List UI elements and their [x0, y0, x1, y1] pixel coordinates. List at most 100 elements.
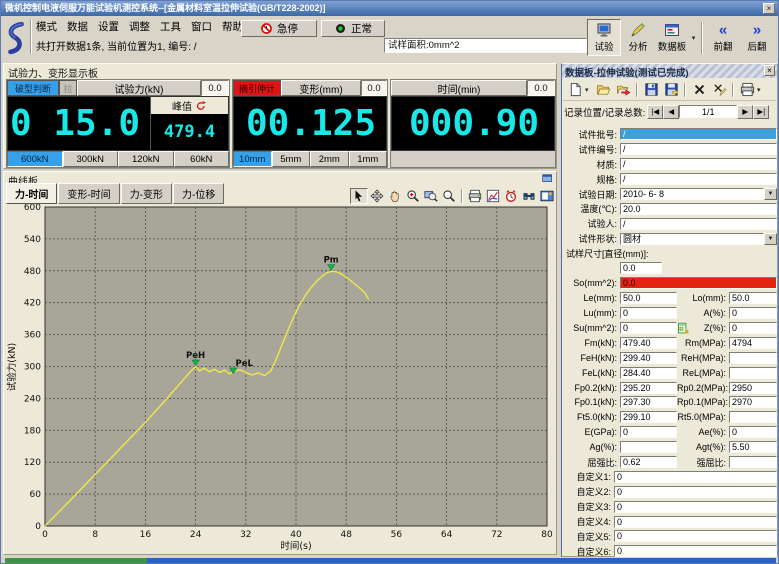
save-as-button[interactable]: [661, 80, 681, 99]
field-input[interactable]: 2970: [729, 396, 777, 408]
normal-status-button[interactable]: 正常: [321, 20, 385, 37]
field-input[interactable]: 0: [729, 322, 777, 334]
field-input[interactable]: /: [620, 143, 777, 155]
field-input[interactable]: 284.40: [620, 367, 677, 379]
timer-tool[interactable]: [502, 188, 520, 204]
print-tool[interactable]: [466, 188, 484, 204]
menu-item-7[interactable]: 帮助: [222, 19, 243, 34]
field-input[interactable]: 0: [620, 307, 677, 319]
deform-range-2mm[interactable]: 2mm: [310, 151, 349, 167]
menu-item-1[interactable]: 模式: [36, 19, 57, 34]
field-input[interactable]: 0: [620, 426, 677, 438]
field-input[interactable]: 50.0: [729, 292, 777, 304]
tab-1[interactable]: 力-时间: [6, 183, 57, 204]
dropdown-icon[interactable]: ▼: [764, 188, 777, 200]
peak-label[interactable]: 峰值: [151, 97, 228, 114]
dropdown-icon[interactable]: ▼: [764, 233, 777, 245]
test-button[interactable]: 试验: [587, 19, 621, 56]
cursor-tool[interactable]: [350, 188, 368, 204]
close-icon[interactable]: ×: [763, 3, 775, 14]
last-record-button[interactable]: ▶|: [753, 105, 769, 119]
export-button[interactable]: [613, 80, 633, 99]
field-input[interactable]: [729, 352, 777, 364]
field-input[interactable]: 圆材: [620, 233, 764, 245]
databoard-button[interactable]: 数据板: [655, 19, 689, 56]
field-input[interactable]: 0: [614, 486, 777, 498]
close-icon[interactable]: ×: [764, 65, 775, 76]
next-record-button[interactable]: ▶: [737, 105, 753, 119]
field-input[interactable]: [620, 441, 677, 453]
field-input[interactable]: 0: [614, 516, 777, 528]
analyze-button[interactable]: 分析: [621, 19, 655, 56]
tab-4[interactable]: 力-位移: [173, 183, 224, 204]
deform-range-10mm[interactable]: 10mm: [233, 151, 272, 167]
force-range-600kn[interactable]: 600kN: [7, 151, 63, 167]
force-range-60kn[interactable]: 60kN: [174, 151, 230, 167]
field-input[interactable]: 297.30: [620, 396, 677, 408]
field-input[interactable]: 5.50: [729, 441, 777, 453]
printer-button[interactable]: [737, 80, 757, 99]
new-doc-button[interactable]: [565, 80, 585, 99]
tab-2[interactable]: 变形-时间: [58, 183, 119, 204]
page-prev-button[interactable]: «前翻: [706, 19, 740, 56]
field-input[interactable]: 479.40: [620, 337, 677, 349]
chevron-down-icon[interactable]: ▾: [757, 86, 765, 94]
field-input[interactable]: /: [620, 128, 777, 140]
board-view-tool[interactable]: [538, 188, 556, 204]
field-input[interactable]: /: [620, 173, 777, 185]
field-input[interactable]: 0: [614, 471, 777, 483]
field-input[interactable]: 2010- 6- 8: [620, 188, 764, 200]
pull-toggle[interactable]: 拉: [59, 80, 77, 96]
specimen-area-field[interactable]: 试样面积:0mm^2: [384, 38, 587, 53]
field-input[interactable]: 0: [614, 501, 777, 513]
deform-range-5mm[interactable]: 5mm: [272, 151, 311, 167]
prev-record-button[interactable]: ◀: [663, 105, 679, 119]
page-next-button[interactable]: »后翻: [740, 19, 774, 56]
extensometer-toggle[interactable]: 摘引伸计: [233, 80, 281, 96]
field-input[interactable]: /: [620, 218, 777, 230]
field-input[interactable]: /: [620, 158, 777, 170]
field-input[interactable]: 0.0: [620, 262, 662, 274]
field-input[interactable]: 4794: [729, 337, 777, 349]
menu-item-3[interactable]: 设置: [98, 19, 119, 34]
field-input[interactable]: 0: [614, 530, 777, 542]
field-input[interactable]: 0.62: [620, 456, 677, 468]
field-input[interactable]: 0: [614, 545, 777, 557]
refresh-icon[interactable]: [195, 100, 207, 112]
tab-3[interactable]: 力-变形: [121, 183, 172, 204]
field-input[interactable]: 0: [620, 322, 677, 334]
menu-item-6[interactable]: 窗口: [191, 19, 212, 34]
force-range-300kn[interactable]: 300kN: [63, 151, 119, 167]
field-input[interactable]: 0: [729, 426, 777, 438]
field-input[interactable]: [729, 411, 777, 423]
delete-button[interactable]: [689, 80, 709, 99]
search-tool[interactable]: [520, 188, 538, 204]
force-range-120kn[interactable]: 120kN: [118, 151, 174, 167]
field-input[interactable]: 2950: [729, 382, 777, 394]
chevron-down-icon[interactable]: ▾: [689, 34, 698, 42]
emergency-stop-button[interactable]: 急停: [241, 20, 317, 37]
field-input[interactable]: 295.20: [620, 382, 677, 394]
field-input[interactable]: 20.0: [620, 203, 777, 215]
panel-icon[interactable]: [542, 174, 553, 185]
zoom-window-tool[interactable]: [422, 188, 440, 204]
open-button[interactable]: [593, 80, 613, 99]
menu-item-5[interactable]: 工具: [160, 19, 181, 34]
field-input[interactable]: [729, 367, 777, 379]
zoom-out-tool[interactable]: [440, 188, 458, 204]
field-input[interactable]: 299.10: [620, 411, 677, 423]
pan-tool[interactable]: [368, 188, 386, 204]
field-input[interactable]: [729, 456, 777, 468]
menu-item-2[interactable]: 数据: [67, 19, 88, 34]
clear-button[interactable]: [709, 80, 729, 99]
field-input[interactable]: 0: [729, 307, 777, 319]
curve-config-tool[interactable]: [484, 188, 502, 204]
data-board-header[interactable]: 数据板-拉伸试验(测试已完成): [562, 64, 777, 78]
chevron-down-icon[interactable]: ▾: [585, 86, 593, 94]
field-input[interactable]: 0.0: [620, 277, 777, 289]
first-record-button[interactable]: |◀: [647, 105, 663, 119]
zoom-in-tool[interactable]: [404, 188, 422, 204]
field-input[interactable]: 50.0: [620, 292, 677, 304]
deform-range-1mm[interactable]: 1mm: [349, 151, 388, 167]
save-button[interactable]: [641, 80, 661, 99]
